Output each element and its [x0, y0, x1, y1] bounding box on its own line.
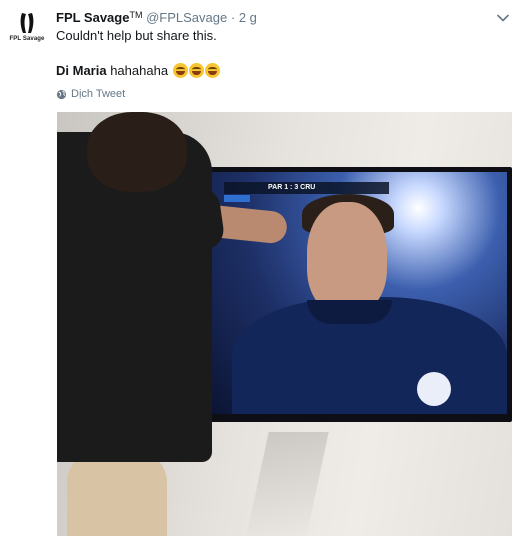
person-pants — [67, 452, 167, 536]
tv-screen: PAR 1 : 3 CRU — [212, 172, 507, 414]
laughing-emoji-icon — [204, 63, 220, 78]
scoreboard: PAR 1 : 3 CRU — [224, 182, 389, 194]
tweet-video[interactable]: PAR 1 : 3 CRU — [57, 112, 512, 536]
tweet-header: FPL SavageTM @FPLSavage · 2 g — [56, 10, 257, 28]
author-handle[interactable]: @FPLSavage — [146, 10, 227, 25]
author-name[interactable]: FPL Savage — [56, 10, 129, 25]
tweet-text-rest: hahahaha — [110, 63, 169, 78]
player-head — [307, 202, 387, 314]
tweet-text-line-1: Couldn't help but share this. — [56, 28, 217, 43]
tweet[interactable]: FPL Savage FPL SavageTM @FPLSavage · 2 g… — [0, 0, 521, 536]
globe-icon — [56, 89, 67, 99]
laughing-emoji-icon — [188, 63, 204, 78]
translate-tweet-link[interactable]: Dịch Tweet — [56, 88, 125, 100]
player-collar — [307, 300, 392, 324]
club-badge — [417, 372, 451, 406]
avatar-logo-icon — [20, 13, 34, 33]
translate-label: Dịch Tweet — [71, 88, 126, 100]
separator-dot: · — [230, 10, 236, 25]
avatar[interactable]: FPL Savage — [6, 10, 48, 52]
person-head — [87, 112, 187, 192]
author-name-tm: TM — [129, 10, 143, 20]
person-sleeve — [148, 185, 226, 257]
tv: PAR 1 : 3 CRU — [207, 167, 512, 422]
scoreboard-subbar — [224, 195, 250, 202]
chevron-down-icon[interactable] — [496, 11, 510, 25]
tweet-text-bold: Di Maria — [56, 63, 107, 78]
tweet-text-line-2: Di Maria hahahaha — [56, 63, 220, 78]
avatar-text: FPL Savage — [9, 36, 45, 42]
laughing-emoji-icon — [172, 63, 188, 78]
tweet-timestamp[interactable]: 2 g — [239, 10, 257, 25]
